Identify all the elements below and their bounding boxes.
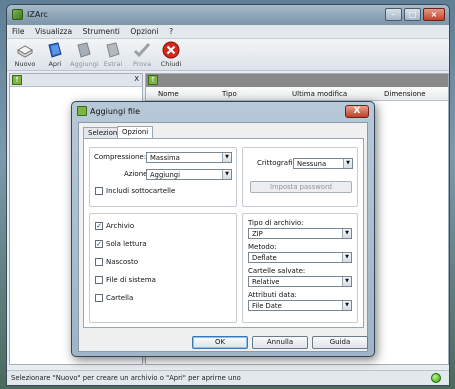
nuovo-label: Nuovo bbox=[14, 60, 36, 68]
new-archive-icon bbox=[16, 45, 34, 58]
metodo-label: Metodo: bbox=[248, 243, 277, 251]
includi-sottocartelle-checkbox[interactable] bbox=[95, 187, 103, 195]
file-di-sistema-label: File di sistema bbox=[106, 276, 156, 284]
metodo-select[interactable]: Deflate ▼ bbox=[248, 252, 352, 263]
guida-button[interactable]: Guida bbox=[312, 336, 368, 349]
chevron-down-icon: ▼ bbox=[342, 277, 351, 286]
attributi-data-label: Attributi data: bbox=[248, 291, 297, 299]
up-folder-icon[interactable]: ↑ bbox=[148, 75, 158, 85]
open-folder-icon bbox=[48, 42, 62, 58]
nascosto-checkbox[interactable] bbox=[95, 258, 103, 266]
column-ultima-modifica[interactable]: Ultima modifica bbox=[292, 90, 347, 98]
crittografia-select[interactable]: Nessuna ▼ bbox=[293, 158, 353, 169]
menu-file[interactable]: File bbox=[7, 25, 28, 36]
archive-options-group: Tipo di archivio: ZIP ▼ Metodo: Deflate … bbox=[242, 213, 358, 323]
folder-panel-header: ↑ X bbox=[10, 74, 142, 87]
dialog-close-button[interactable]: X bbox=[345, 105, 369, 118]
menu-bar: File Visualizza Strumenti Opzioni ? bbox=[7, 25, 449, 39]
menu-visualizza[interactable]: Visualizza bbox=[30, 25, 75, 36]
imposta-password-button[interactable]: Imposta password bbox=[250, 181, 352, 193]
archivio-checkbox[interactable]: ✓ bbox=[95, 222, 103, 230]
title-bar[interactable]: IZArc – □ × bbox=[7, 5, 449, 25]
test-check-icon bbox=[133, 42, 151, 58]
attributi-data-value: File Date bbox=[252, 302, 282, 310]
crittografia-value: Nessuna bbox=[297, 160, 327, 168]
close-window-button[interactable]: × bbox=[423, 8, 445, 21]
up-folder-icon[interactable]: ↑ bbox=[12, 75, 22, 85]
sola-lettura-label: Sola lettura bbox=[106, 240, 147, 248]
opzioni-tab-page: Compressione: Massima ▼ Azione: Aggiungi… bbox=[83, 138, 364, 328]
minimize-button[interactable]: – bbox=[385, 8, 402, 21]
column-nome[interactable]: Nome bbox=[158, 90, 179, 98]
app-icon bbox=[12, 9, 23, 20]
sola-lettura-checkbox[interactable]: ✓ bbox=[95, 240, 103, 248]
dialog-app-icon bbox=[77, 106, 87, 116]
close-panel-button[interactable]: X bbox=[134, 75, 139, 83]
prova-label: Prova bbox=[132, 60, 152, 68]
encryption-group: Crittografia: Nessuna ▼ Imposta password bbox=[242, 147, 358, 207]
chevron-down-icon: ▼ bbox=[222, 170, 231, 179]
file-attributes-group: ✓ Archivio ✓ Sola lettura Nascosto File … bbox=[89, 213, 237, 323]
aggiungi-file-dialog: Aggiungi file X Selezione Opzioni Compre… bbox=[71, 101, 375, 357]
azione-select[interactable]: Aggiungi ▼ bbox=[146, 169, 232, 180]
column-dimensione[interactable]: Dimensione bbox=[384, 90, 426, 98]
extract-icon bbox=[106, 42, 120, 58]
file-di-sistema-checkbox[interactable] bbox=[95, 276, 103, 284]
dialog-title: Aggiungi file bbox=[90, 107, 141, 116]
azione-value: Aggiungi bbox=[150, 171, 180, 179]
path-bar: ↑ bbox=[146, 74, 448, 87]
nuovo-button[interactable]: Nuovo bbox=[11, 41, 39, 68]
estrai-button[interactable]: Estrai bbox=[99, 41, 127, 68]
aggiungi-label: Aggiungi bbox=[70, 60, 99, 68]
tipo-archivio-label: Tipo di archivio: bbox=[248, 219, 304, 227]
column-header: Nome Tipo Ultima modifica Dimensione bbox=[146, 87, 448, 101]
menu-opzioni[interactable]: Opzioni bbox=[125, 25, 161, 36]
tipo-archivio-select[interactable]: ZIP ▼ bbox=[248, 228, 352, 239]
annulla-button[interactable]: Annulla bbox=[252, 336, 308, 349]
chevron-down-icon: ▼ bbox=[342, 253, 351, 262]
cartelle-salvate-label: Cartelle salvate: bbox=[248, 267, 306, 275]
close-icon bbox=[162, 41, 180, 59]
compression-group: Compressione: Massima ▼ Azione: Aggiungi… bbox=[89, 147, 237, 207]
archivio-label: Archivio bbox=[106, 222, 135, 230]
ok-button[interactable]: OK bbox=[192, 336, 248, 349]
prova-button[interactable]: Prova bbox=[128, 41, 156, 68]
apri-label: Apri bbox=[48, 60, 62, 68]
chevron-down-icon: ▼ bbox=[343, 159, 352, 168]
cartelle-salvate-select[interactable]: Relative ▼ bbox=[248, 276, 352, 287]
status-text: Selezionare "Nuovo" per creare un archiv… bbox=[11, 374, 241, 382]
compressione-select[interactable]: Massima ▼ bbox=[146, 152, 232, 163]
menu-help[interactable]: ? bbox=[164, 25, 176, 36]
status-bar: Selezionare "Nuovo" per creare un archiv… bbox=[7, 370, 449, 385]
chevron-down-icon: ▼ bbox=[342, 229, 351, 238]
cartella-label: Cartella bbox=[106, 294, 134, 302]
compressione-value: Massima bbox=[150, 154, 180, 162]
column-tipo[interactable]: Tipo bbox=[222, 90, 237, 98]
menu-strumenti[interactable]: Strumenti bbox=[78, 25, 123, 36]
attributi-data-select[interactable]: File Date ▼ bbox=[248, 300, 352, 311]
add-files-icon bbox=[77, 42, 91, 58]
cartelle-salvate-value: Relative bbox=[252, 278, 280, 286]
metodo-value: Deflate bbox=[252, 254, 277, 262]
toolbar: Nuovo Apri Aggiungi Estrai Prova Chiudi bbox=[7, 39, 449, 71]
chiudi-button[interactable]: Chiudi bbox=[157, 41, 185, 68]
window-title: IZArc bbox=[27, 10, 48, 19]
nascosto-label: Nascosto bbox=[106, 258, 138, 266]
tipo-archivio-value: ZIP bbox=[252, 230, 263, 238]
includi-sottocartelle-label: Includi sottocartelle bbox=[106, 187, 176, 195]
dialog-body: Selezione Opzioni Compressione: Massima … bbox=[78, 122, 368, 352]
compressione-label: Compressione: bbox=[94, 153, 147, 161]
cartella-checkbox[interactable] bbox=[95, 294, 103, 302]
maximize-button[interactable]: □ bbox=[404, 8, 421, 21]
aggiungi-button[interactable]: Aggiungi bbox=[70, 41, 99, 68]
status-led-icon bbox=[431, 373, 441, 383]
apri-button[interactable]: Apri bbox=[41, 41, 69, 68]
chevron-down-icon: ▼ bbox=[222, 153, 231, 162]
chiudi-label: Chiudi bbox=[160, 60, 182, 68]
chevron-down-icon: ▼ bbox=[342, 301, 351, 310]
estrai-label: Estrai bbox=[103, 60, 123, 68]
dialog-title-bar[interactable]: Aggiungi file X bbox=[72, 102, 374, 121]
